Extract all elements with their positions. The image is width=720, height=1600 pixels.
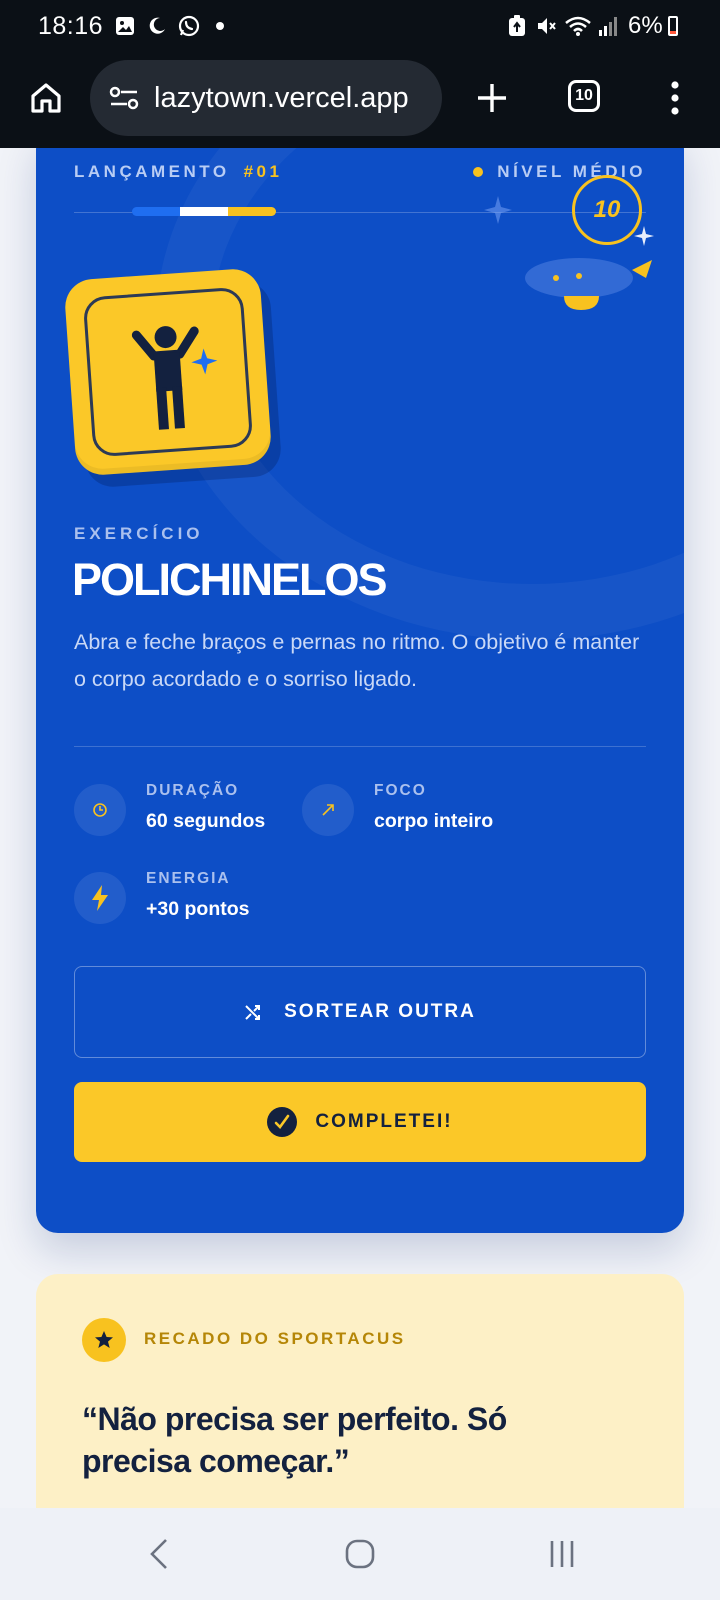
back-icon (150, 1539, 167, 1569)
tab-switcher-button[interactable]: 10 (568, 80, 600, 112)
note-label: RECADO DO SPORTACUS (144, 1329, 406, 1348)
web-page: LANÇAMENTO #01 NÍVEL MÉDIO 10 EXERCÍCIO … (0, 148, 720, 1508)
shuffle-button[interactable]: SORTEAR OUTRA (74, 966, 646, 1058)
stat-energy: ENERGIA +30 pontos (74, 866, 249, 924)
icon-tile-frame (82, 286, 254, 458)
complete-button-label: COMPLETEI! (315, 1111, 453, 1132)
check-icon (267, 1107, 298, 1137)
stat-focus-label: FOCO (374, 782, 427, 799)
back-button[interactable] (136, 1530, 184, 1578)
person-jumping-icon (131, 326, 218, 430)
stat-focus: FOCO corpo inteiro (302, 778, 493, 836)
launch-label-text: LANÇAMENTO (74, 162, 230, 181)
home-button[interactable] (26, 78, 66, 118)
new-tab-button[interactable] (470, 76, 514, 120)
more-vert-icon[interactable] (660, 76, 690, 120)
recents-button[interactable] (538, 1530, 586, 1578)
home-circle-icon (345, 1539, 375, 1569)
moon-icon (146, 14, 168, 38)
gallery-icon (114, 14, 136, 38)
progress-bar (132, 207, 276, 216)
level-dot (473, 167, 484, 177)
system-nav-bar (0, 1508, 720, 1600)
status-bar: 18:16 6% (0, 0, 720, 52)
complete-button[interactable]: COMPLETEI! (74, 1082, 646, 1162)
progress-segment-white (180, 207, 228, 216)
home-nav-button[interactable] (336, 1530, 384, 1578)
stat-energy-value: +30 pontos (146, 898, 250, 920)
home-icon (31, 83, 61, 113)
exercise-title: POLICHINELOS (72, 554, 388, 605)
battery-percent: 6% (628, 12, 663, 39)
stat-focus-value: corpo inteiro (374, 810, 494, 832)
dot-icon (214, 14, 226, 38)
whatsapp-icon (177, 14, 201, 38)
site-info-icon[interactable] (106, 80, 142, 116)
stat-duration-value: 60 segundos (146, 810, 266, 832)
coin-badge: 10 (572, 175, 642, 245)
exercise-description: Abra e feche braços e pernas no ritmo. O… (74, 630, 640, 691)
note-quote: “Não precisa ser perfeito. Só precisa co… (82, 1401, 507, 1479)
progress-segment-yellow (228, 207, 276, 216)
note-card: RECADO DO SPORTACUS “Não precisa ser per… (36, 1274, 684, 1508)
exercise-card: LANÇAMENTO #01 NÍVEL MÉDIO 10 EXERCÍCIO … (36, 148, 684, 1233)
launch-number: #01 (243, 162, 283, 181)
clock-icon (74, 784, 126, 836)
shuffle-icon (244, 1003, 262, 1021)
wifi-icon (564, 14, 592, 38)
lightning-icon (74, 872, 126, 924)
shuffle-button-label: SORTEAR OUTRA (284, 1001, 476, 1022)
status-time: 18:16 (38, 12, 104, 40)
stat-duration-label: DURAÇÃO (146, 782, 240, 799)
address-bar[interactable]: lazytown.vercel.app (90, 60, 442, 136)
sparkle-icon (634, 226, 654, 246)
launch-label: LANÇAMENTO #01 (74, 162, 282, 182)
stats-divider (74, 746, 646, 747)
url-text: lazytown.vercel.app (154, 81, 409, 114)
stat-duration: DURAÇÃO 60 segundos (74, 778, 265, 836)
battery-icon (668, 16, 678, 36)
browser-toolbar: lazytown.vercel.app 10 (0, 52, 720, 148)
exercise-icon-tile (63, 267, 273, 477)
stat-energy-label: ENERGIA (146, 870, 231, 887)
signal-icon (598, 14, 618, 38)
progress-segment-blue (132, 207, 180, 216)
star-icon (82, 1318, 126, 1362)
mute-icon (534, 14, 558, 38)
exercise-label: EXERCÍCIO (74, 524, 204, 543)
plus-icon (478, 84, 506, 112)
recycle-icon (506, 14, 528, 38)
sparkle-icon (484, 196, 512, 224)
recents-icon (550, 1541, 574, 1567)
blimp-icon (525, 258, 652, 310)
arrow-up-right-icon (302, 784, 354, 836)
